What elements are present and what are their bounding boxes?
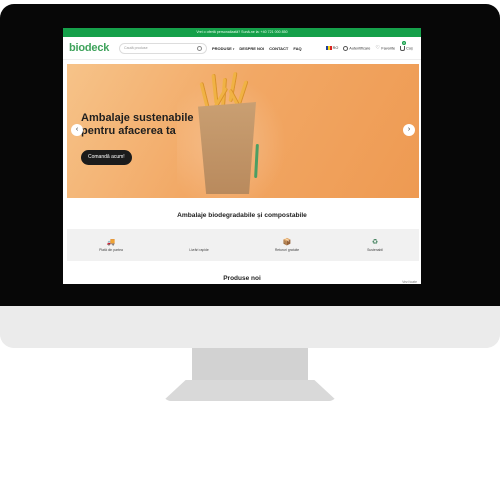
flag-icon [325, 46, 332, 50]
nav-item-about[interactable]: DESPRE NOI [239, 46, 264, 51]
promo-bar: Vrei o ofertă personalizată? Sună-ne la:… [63, 28, 421, 37]
order-now-button[interactable]: Comandă acum! [81, 150, 132, 165]
feature-label: Plată din partea [99, 248, 123, 252]
feature-item: 🚚 Plată din partea [76, 238, 146, 252]
monitor-chin [0, 306, 500, 348]
cart-icon: 0 [400, 40, 407, 51]
section-title: Ambalaje biodegradabile și compostabile [177, 212, 307, 219]
favorites-link[interactable]: ♡ Favorite [375, 44, 395, 51]
products-title: Produse noi [223, 275, 261, 282]
feature-item: ♻ Sustenabil [340, 238, 410, 252]
search-placeholder: Caută produse [124, 46, 148, 50]
chevron-down-icon: ▾ [232, 46, 235, 51]
chevron-left-icon[interactable]: ‹ [71, 124, 83, 136]
monitor-stand-base [163, 380, 337, 401]
cart-badge: 0 [402, 40, 407, 45]
feature-item: Livrări rapide [164, 238, 234, 252]
feature-label: Retururi gratuite [274, 248, 300, 252]
hero-title: Ambalaje sustenabile pentru afacerea ta [81, 112, 194, 137]
features-bar: 🚚 Plată din partea Livrări rapide 📦 Retu… [67, 229, 419, 261]
login-link[interactable]: Autentificare [343, 45, 370, 51]
heart-icon: ♡ [375, 44, 380, 51]
chevron-right-icon[interactable]: › [403, 124, 415, 136]
search-input[interactable]: Caută produse [119, 42, 207, 54]
site-header: biodeck Caută produse PRODUSE ▾ DESPRE N… [63, 37, 421, 60]
nav-item-contact[interactable]: CONTACT [269, 46, 288, 51]
nav-item-products[interactable]: PRODUSE ▾ [212, 46, 234, 51]
fries-box-image [198, 102, 256, 194]
monitor-frame: Vrei o ofertă personalizată? Sună-ne la:… [0, 4, 500, 348]
logo[interactable]: biodeck [69, 42, 119, 54]
monitor-screen: Vrei o ofertă personalizată? Sună-ne la:… [63, 28, 421, 284]
user-icon [343, 45, 349, 51]
main-nav: PRODUSE ▾ DESPRE NOI CONTACT FAQ [212, 46, 302, 51]
return-icon: 📦 [282, 239, 292, 246]
feature-label: Sustenabil [367, 248, 383, 252]
language-selector[interactable]: RO [325, 46, 338, 50]
hero-banner: Ambalaje sustenabile pentru afacerea ta … [67, 64, 419, 198]
nav-item-faq[interactable]: FAQ [293, 46, 301, 51]
header-tools: RO Autentificare ♡ Favorite 0 Coș [325, 40, 413, 51]
truck-icon: 🚚 [106, 239, 116, 246]
cart-link[interactable]: 0 Coș [400, 40, 413, 51]
see-all-link[interactable]: Vezi toate [402, 280, 417, 284]
feature-item: 📦 Retururi gratuite [252, 238, 322, 252]
eco-icon: ♻ [371, 239, 379, 246]
feature-label: Livrări rapide [189, 248, 209, 252]
search-icon[interactable] [197, 45, 202, 51]
